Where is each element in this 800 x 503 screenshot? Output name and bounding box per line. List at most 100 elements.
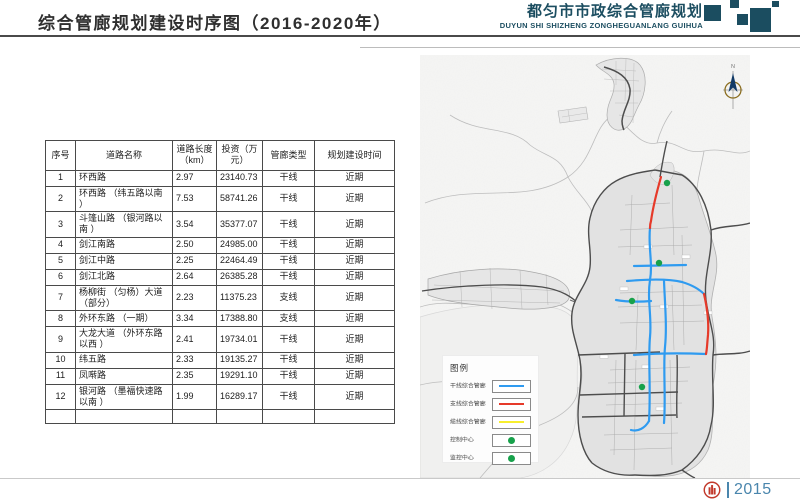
table-cell: 19734.01 xyxy=(217,327,263,353)
footer: 2015 xyxy=(703,481,772,499)
legend-item: 干线综合管廊 xyxy=(450,380,531,392)
table-cell: 2.25 xyxy=(173,253,217,269)
table-cell: 6 xyxy=(46,269,76,285)
legend-title: 图例 xyxy=(450,362,531,374)
legend-sample-box xyxy=(492,380,531,393)
legend-sample-box xyxy=(492,398,531,411)
header-divider xyxy=(0,35,800,37)
legend-sample-box xyxy=(492,416,531,429)
table-cell: 8 xyxy=(46,311,76,327)
table-cell: 2.35 xyxy=(173,368,217,384)
table-header-cell: 道路名称 xyxy=(76,141,173,171)
table-cell: 支线 xyxy=(263,311,315,327)
legend-line-swatch xyxy=(499,385,524,387)
table-cell: 近期 xyxy=(315,327,395,353)
legend-item-label: 缆线综合管廊 xyxy=(450,418,486,427)
table-cell: 支线 xyxy=(263,285,315,311)
table-row-empty xyxy=(46,410,395,424)
city-area xyxy=(572,162,717,476)
roads-table: 序号道路名称道路长度（km）投资（万元）管廊类型规划建设时间 1环西路2.972… xyxy=(45,140,395,424)
table-cell: 2.97 xyxy=(173,170,217,186)
legend-items: 干线综合管廊支线综合管廊缆线综合管廊控制中心监控中心 xyxy=(450,380,531,464)
table-cell: 干线 xyxy=(263,368,315,384)
table-cell: 杨柳街 （匀杨）大道（部分） xyxy=(76,285,173,311)
table-cell: 近期 xyxy=(315,253,395,269)
table-cell: 近期 xyxy=(315,170,395,186)
table-cell: 干线 xyxy=(263,253,315,269)
table-row: 10纬五路2.3319135.27干线近期 xyxy=(46,352,395,368)
logo-square xyxy=(737,14,748,25)
logo-square xyxy=(704,5,721,21)
table-cell: 10 xyxy=(46,352,76,368)
table-cell: 近期 xyxy=(315,384,395,410)
table-row: 6剑江北路2.6426385.28干线近期 xyxy=(46,269,395,285)
table-cell: 剑江北路 xyxy=(76,269,173,285)
legend-sample-box xyxy=(492,452,531,465)
table-cell: 大龙大道 （外环东路以西 ） xyxy=(76,327,173,353)
table-cell: 7 xyxy=(46,285,76,311)
table-row: 4剑江南路2.5024985.00干线近期 xyxy=(46,237,395,253)
north-label: N xyxy=(731,64,735,70)
table-cell: 2.33 xyxy=(173,352,217,368)
legend-line-swatch xyxy=(499,421,524,423)
legend-dot-swatch xyxy=(508,455,515,462)
table-row: 1环西路2.9723140.73干线近期 xyxy=(46,170,395,186)
table-cell: 剑江南路 xyxy=(76,237,173,253)
table-cell: 3 xyxy=(46,212,76,238)
table-cell xyxy=(173,410,217,424)
table-cell: 2 xyxy=(46,186,76,212)
legend-item-label: 支线综合管廊 xyxy=(450,400,486,409)
legend-sample-box xyxy=(492,434,531,447)
table-cell: 干线 xyxy=(263,212,315,238)
table-cell: 22464.49 xyxy=(217,253,263,269)
table-cell: 近期 xyxy=(315,212,395,238)
logo-square xyxy=(750,8,771,32)
legend-item-label: 干线综合管廊 xyxy=(450,382,486,391)
table-cell: 近期 xyxy=(315,368,395,384)
brand-squares-logo xyxy=(702,0,782,36)
table-cell: 近期 xyxy=(315,311,395,327)
logo-square xyxy=(772,1,779,7)
table-cell: 23140.73 xyxy=(217,170,263,186)
table-row: 9大龙大道 （外环东路以西 ）2.4119734.01干线近期 xyxy=(46,327,395,353)
table-cell xyxy=(263,410,315,424)
table-cell: 环西路 xyxy=(76,170,173,186)
table-header-cell: 投资（万元） xyxy=(217,141,263,171)
table-cell: 16289.17 xyxy=(217,384,263,410)
table-cell: 3.54 xyxy=(173,212,217,238)
table-cell: 干线 xyxy=(263,269,315,285)
table-cell: 干线 xyxy=(263,384,315,410)
table-row: 7杨柳街 （匀杨）大道（部分）2.2311375.23支线近期 xyxy=(46,285,395,311)
table-cell: 干线 xyxy=(263,186,315,212)
table-row: 5剑江中路2.2522464.49干线近期 xyxy=(46,253,395,269)
header-sub-divider xyxy=(360,47,800,48)
table-cell xyxy=(76,410,173,424)
table-cell: 干线 xyxy=(263,170,315,186)
logo-square xyxy=(730,0,739,8)
table-cell: 近期 xyxy=(315,237,395,253)
table-cell: 外环东路 （一期） xyxy=(76,311,173,327)
table-cell: 凤啭路 xyxy=(76,368,173,384)
page-title: 综合管廊规划建设时序图（2016-2020年） xyxy=(38,9,392,34)
table-cell xyxy=(315,410,395,424)
footer-divider xyxy=(0,478,800,479)
planning-sheet: 综合管廊规划建设时序图（2016-2020年） 都匀市市政综合管廊规划 DUYU… xyxy=(0,0,800,503)
table-cell: 11 xyxy=(46,368,76,384)
table-row: 3斗篷山路 （银河路以南 ）3.5435377.07干线近期 xyxy=(46,212,395,238)
brand-title-cn: 都匀市市政综合管廊规划 xyxy=(500,3,703,20)
table-header-row: 序号道路名称道路长度（km）投资（万元）管廊类型规划建设时间 xyxy=(46,141,395,171)
legend-item: 缆线综合管廊 xyxy=(450,416,531,428)
table-cell: 1.99 xyxy=(173,384,217,410)
table-cell: 2.64 xyxy=(173,269,217,285)
table-cell: 5 xyxy=(46,253,76,269)
table-cell: 近期 xyxy=(315,186,395,212)
footer-logo-divider xyxy=(727,482,729,498)
table-cell: 斗篷山路 （银河路以南 ） xyxy=(76,212,173,238)
table-cell: 2.41 xyxy=(173,327,217,353)
table-cell: 干线 xyxy=(263,237,315,253)
table-cell: 干线 xyxy=(263,327,315,353)
table-cell: 近期 xyxy=(315,352,395,368)
table-cell: 近期 xyxy=(315,285,395,311)
brand-block: 都匀市市政综合管廊规划 DUYUN SHI SHIZHENG ZONGHEGUA… xyxy=(500,3,703,30)
brand-title-en: DUYUN SHI SHIZHENG ZONGHEGUANLANG GUIHUA xyxy=(500,21,703,30)
